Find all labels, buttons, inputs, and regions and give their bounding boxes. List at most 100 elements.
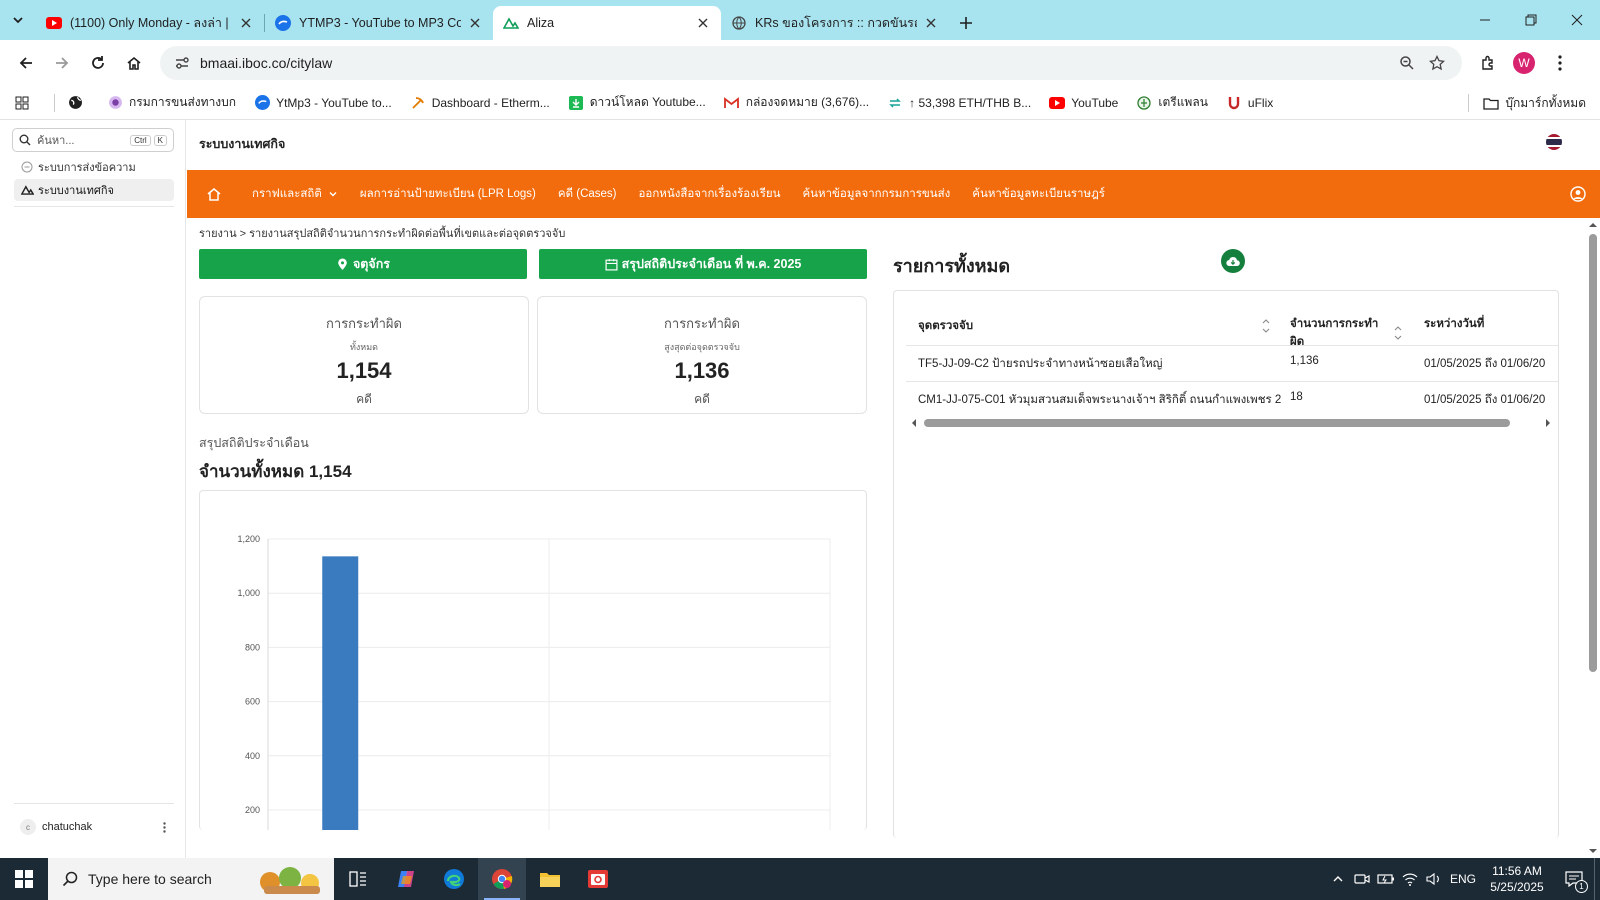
bookmark-ethermine[interactable]: Dashboard - Etherm... xyxy=(410,95,550,111)
stat-card-max-checkpoint: การกระทำผิด สูงสุดต่อจุดตรวจจับ 1,136 คด… xyxy=(537,296,867,414)
bookmark-gmail[interactable]: กล่องจดหมาย (3,676)... xyxy=(724,93,869,112)
sidebar-divider xyxy=(14,206,174,207)
nav-dlt-search[interactable]: ค้นหาข้อมูลจากกรมการขนส่ง xyxy=(802,185,950,203)
section-subtitle: สรุปสถิติประจำเดือน xyxy=(199,436,309,450)
bookmark-youtube-download[interactable]: ดาวน์โหลด Youtube... xyxy=(568,93,706,112)
arrow-left-icon xyxy=(19,57,32,69)
wifi-icon[interactable] xyxy=(1398,858,1422,900)
bookmark-globe[interactable] xyxy=(67,95,89,111)
table-cell-date-range: 01/05/2025 ถึง 01/06/20 xyxy=(1424,394,1546,406)
tab-youtube-only-monday[interactable]: (1100) Only Monday - ลงล่า | เนื้ xyxy=(36,6,264,40)
y-tick-label: 1,200 xyxy=(237,534,260,544)
bookmark-uflix[interactable]: uFlix xyxy=(1226,95,1273,111)
month-button[interactable]: สรุปสถิติประจำเดือน ที่ พ.ค. 2025 xyxy=(539,249,867,279)
all-bookmarks-button[interactable]: บุ๊กมาร์กทั้งหมด xyxy=(1468,86,1586,120)
show-desktop-button[interactable] xyxy=(1594,858,1600,900)
new-tab-button[interactable] xyxy=(949,6,983,40)
bookmark-label: กรมการขนส่งทางบก xyxy=(129,95,237,109)
district-button[interactable]: จตุจักร xyxy=(199,249,527,279)
horizontal-scrollbar[interactable] xyxy=(908,417,1554,429)
zoom-icon[interactable] xyxy=(1392,48,1422,78)
show-hidden-icons-button[interactable] xyxy=(1326,858,1350,900)
shortcut-ctrl: Ctrl xyxy=(130,134,151,146)
windows-taskbar: Type here to search ENG 11:56 AM 5/25/20… xyxy=(0,858,1600,900)
nav-cases[interactable]: คดี (Cases) xyxy=(558,185,617,203)
notifications-button[interactable]: 1 xyxy=(1554,858,1594,900)
restore-button[interactable] xyxy=(1508,0,1554,40)
volume-icon[interactable] xyxy=(1422,858,1446,900)
bookmark-label: ↑ 53,398 ETH/THB B... xyxy=(909,95,1032,110)
close-icon[interactable] xyxy=(467,15,483,31)
minimize-button[interactable] xyxy=(1462,0,1508,40)
search-highlight-illustration-icon xyxy=(260,867,320,894)
kebab-menu-icon[interactable] xyxy=(163,821,166,833)
sidebar-item-messaging[interactable]: ระบบการส่งข้อความ xyxy=(14,156,174,178)
apps-button[interactable] xyxy=(14,95,36,111)
bookmark-eth-thb[interactable]: ↑ 53,398 ETH/THB B... xyxy=(887,95,1031,111)
start-button[interactable] xyxy=(0,858,48,900)
bookmark-plan[interactable]: เตรีแพลน xyxy=(1136,93,1208,112)
sidebar-search[interactable]: ค้นหา... Ctrl K xyxy=(12,128,174,152)
url-text[interactable]: bmaai.iboc.co/citylaw xyxy=(200,55,1392,71)
snipping-tool-button[interactable] xyxy=(574,858,622,900)
close-icon[interactable] xyxy=(238,15,254,31)
column-header-checkpoint[interactable]: จุดตรวจจับ xyxy=(918,315,1270,337)
home-button[interactable] xyxy=(116,45,152,81)
download-button[interactable] xyxy=(1221,249,1245,273)
scrollbar-thumb[interactable] xyxy=(1589,234,1597,672)
edge-icon xyxy=(444,869,464,889)
tab-ytmp3[interactable]: YTMP3 - YouTube to MP3 Conv xyxy=(265,6,493,40)
bookmark-ytmp3[interactable]: YtMp3 - YouTube to... xyxy=(254,95,392,111)
extensions-button[interactable] xyxy=(1470,45,1506,81)
address-bar[interactable]: bmaai.iboc.co/citylaw xyxy=(160,46,1462,80)
back-button[interactable] xyxy=(8,45,44,81)
tab-search-button[interactable] xyxy=(0,0,36,40)
bookmark-dlt[interactable]: กรมการขนส่งทางบก xyxy=(107,93,236,112)
sidebar-item-municipal[interactable]: ระบบงานเทศกิจ xyxy=(14,179,174,201)
exchange-icon xyxy=(887,95,903,111)
user-name: chatuchak xyxy=(42,821,93,833)
battery-icon[interactable] xyxy=(1374,858,1398,900)
sidebar-user[interactable]: c chatuchak xyxy=(20,816,166,838)
edge-button[interactable] xyxy=(430,858,478,900)
taskbar-search[interactable]: Type here to search xyxy=(48,858,334,900)
reload-button[interactable] xyxy=(80,45,116,81)
nav-home[interactable] xyxy=(187,170,241,218)
star-icon[interactable] xyxy=(1422,48,1452,78)
task-view-button[interactable] xyxy=(334,858,382,900)
scroll-down-icon[interactable] xyxy=(1586,846,1600,856)
scroll-left-icon[interactable] xyxy=(910,418,918,428)
thai-flag-icon[interactable] xyxy=(1546,134,1562,150)
card-unit: คดี xyxy=(694,392,710,406)
close-window-button[interactable] xyxy=(1554,0,1600,40)
close-icon[interactable] xyxy=(695,15,711,31)
chevron-down-icon xyxy=(13,17,23,24)
scroll-up-icon[interactable] xyxy=(1586,220,1600,230)
profile-button[interactable]: W xyxy=(1506,45,1542,81)
tab-aliza[interactable]: Aliza xyxy=(493,6,721,40)
user-account-icon[interactable] xyxy=(1570,186,1586,202)
forward-button[interactable] xyxy=(44,45,80,81)
copilot-button[interactable] xyxy=(382,858,430,900)
tab-krs[interactable]: KRs ของโครงการ :: กวดขันรถยนต์ ร xyxy=(721,6,949,40)
bookmarks-bar: กรมการขนส่งทางบก YtMp3 - YouTube to... D… xyxy=(0,86,1600,120)
language-indicator[interactable]: ENG xyxy=(1446,858,1480,900)
nav-graphs-stats[interactable]: กราฟและสถิติ xyxy=(252,185,338,203)
bookmark-youtube[interactable]: YouTube xyxy=(1049,95,1118,111)
column-header-date-range[interactable]: ระหว่างวันที่ xyxy=(1424,315,1484,333)
nav-complaint-letters[interactable]: ออกหนังสือจากเรื่องร้องเรียน xyxy=(639,185,781,203)
main-nav: กราฟและสถิติ ผลการอ่านป้ายทะเบียน (LPR L… xyxy=(187,170,1600,218)
clock[interactable]: 11:56 AM 5/25/2025 xyxy=(1480,863,1554,895)
site-info-icon[interactable] xyxy=(170,51,194,75)
page-scrollbar[interactable] xyxy=(1586,218,1600,858)
meet-now-icon[interactable] xyxy=(1350,858,1374,900)
scroll-right-icon[interactable] xyxy=(1544,418,1552,428)
scrollbar-thumb[interactable] xyxy=(924,419,1510,427)
nav-lpr-logs[interactable]: ผลการอ่านป้ายทะเบียน (LPR Logs) xyxy=(360,185,536,203)
taskbar-search-placeholder: Type here to search xyxy=(88,871,212,887)
browser-menu-button[interactable] xyxy=(1542,45,1578,81)
file-explorer-button[interactable] xyxy=(526,858,574,900)
nav-civil-registry-search[interactable]: ค้นหาข้อมูลทะเบียนราษฎร์ xyxy=(972,185,1105,203)
close-icon[interactable] xyxy=(923,15,939,31)
chrome-button[interactable] xyxy=(478,858,526,900)
